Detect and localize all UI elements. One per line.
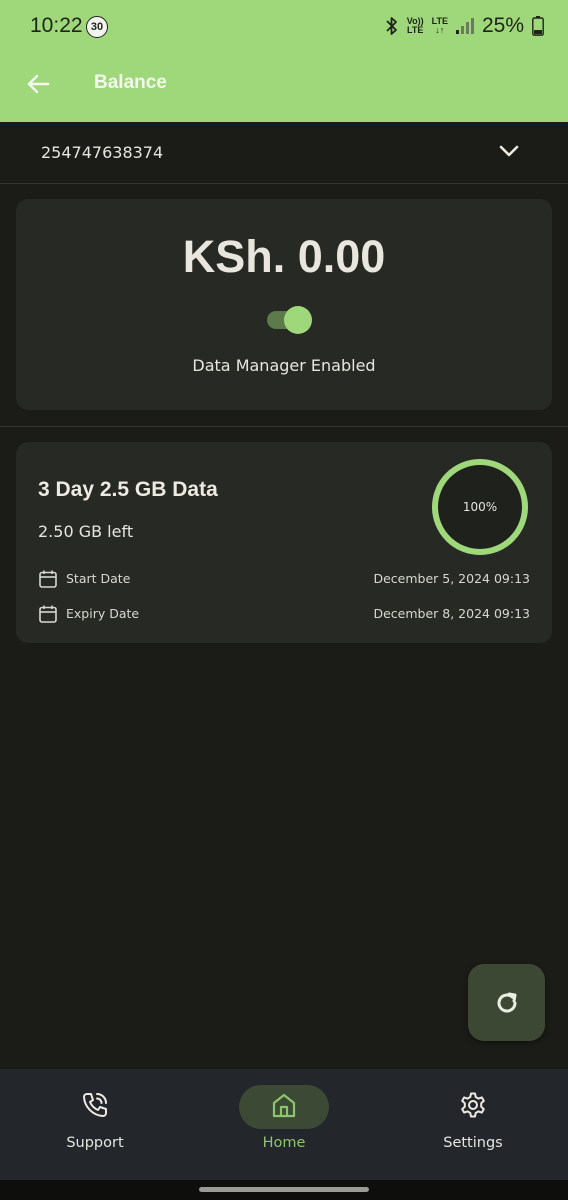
start-date-row: Start Date December 5, 2024 09:13	[38, 567, 530, 591]
home-gesture-bar[interactable]	[199, 1187, 369, 1192]
balance-card: KSh. 0.00 Data Manager Enabled	[16, 199, 552, 410]
status-icons: Vo)) LTE LTE ↓↑ 25%	[385, 14, 544, 38]
app-bar: Balance	[0, 54, 568, 122]
data-manager-label: Data Manager Enabled	[192, 356, 376, 375]
data-bundle-card: 3 Day 2.5 GB Data 2.50 GB left 100% Star…	[16, 442, 552, 643]
battery-percent: 25%	[481, 14, 524, 37]
volte-icon: Vo)) LTE	[406, 16, 424, 35]
lte-icon: LTE ↓↑	[431, 16, 448, 35]
bottom-navigation: Support Home Settings	[0, 1069, 568, 1180]
data-manager-toggle[interactable]	[267, 306, 313, 334]
refresh-icon	[497, 992, 516, 1012]
toggle-thumb	[284, 306, 312, 334]
nav-support-label: Support	[66, 1135, 124, 1151]
account-number: 254747638374	[41, 143, 164, 162]
nav-support[interactable]: Support	[25, 1069, 165, 1180]
phone-icon	[83, 1093, 107, 1117]
gear-icon	[461, 1092, 485, 1118]
status-bar: 10:22 30 Vo)) LTE LTE ↓↑ 25%	[0, 0, 568, 54]
back-button[interactable]	[20, 66, 56, 102]
signal-icon	[455, 18, 474, 34]
expiry-date-value: December 8, 2024 09:13	[373, 606, 530, 621]
page-title: Balance	[94, 72, 167, 93]
expiry-date-label: Expiry Date	[66, 606, 140, 621]
calendar-icon	[39, 605, 57, 623]
bluetooth-icon	[385, 16, 399, 36]
nav-home-label: Home	[262, 1135, 306, 1151]
divider	[0, 426, 568, 427]
arrow-left-icon	[27, 74, 50, 94]
refresh-button[interactable]	[468, 964, 545, 1041]
balance-amount: KSh. 0.00	[182, 231, 386, 282]
nav-settings-label: Settings	[443, 1135, 503, 1151]
start-date-label: Start Date	[66, 571, 131, 586]
expiry-date-row: Expiry Date December 8, 2024 09:13	[38, 602, 530, 626]
start-date-value: December 5, 2024 09:13	[373, 571, 530, 586]
nav-settings[interactable]: Settings	[403, 1069, 543, 1180]
bundle-name: 3 Day 2.5 GB Data	[38, 478, 218, 501]
nav-home[interactable]: Home	[214, 1069, 354, 1180]
usage-percent: 100%	[462, 500, 498, 514]
battery-icon	[532, 16, 544, 36]
calendar-icon	[39, 570, 57, 588]
bundle-remaining: 2.50 GB left	[38, 522, 134, 541]
notification-count-badge: 30	[86, 16, 108, 38]
gesture-area	[0, 1180, 568, 1200]
account-selector[interactable]: 254747638374	[0, 122, 568, 184]
top-bar: 10:22 30 Vo)) LTE LTE ↓↑ 25% Balance	[0, 0, 568, 122]
home-icon	[272, 1093, 296, 1118]
status-time: 10:22	[30, 14, 83, 37]
chevron-down-icon[interactable]	[496, 138, 522, 164]
